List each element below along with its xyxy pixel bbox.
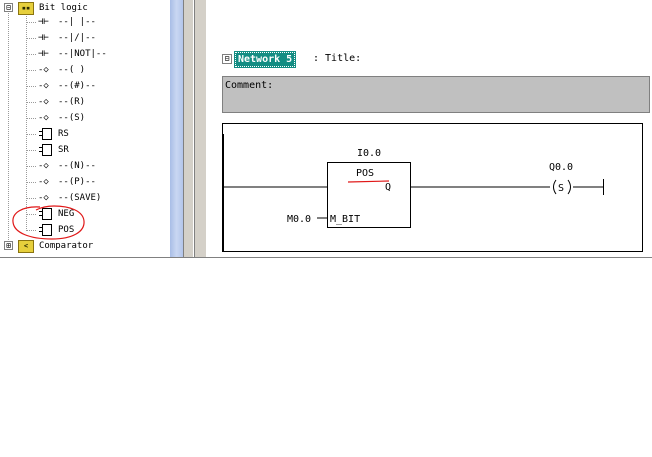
network-comment-field[interactable]: Comment: <box>222 76 650 113</box>
annotation-ellipse <box>12 205 85 240</box>
set-coil-icon: -◇ <box>38 113 49 123</box>
tree-item-label: --(SAVE) <box>58 193 102 203</box>
not-contact-icon: ⊣⊢ <box>38 49 49 59</box>
box-icon <box>39 128 52 140</box>
pos-output-pin: Q <box>385 182 391 193</box>
pane-scroll-strip[interactable] <box>170 0 183 258</box>
tree-guide <box>27 150 36 151</box>
network-title[interactable]: Network 5 <box>233 51 297 68</box>
tree-item-label: --|NOT|-- <box>58 49 107 59</box>
contact-nc-icon: ⊣⊢ <box>38 33 49 43</box>
coil-right-arc <box>567 179 571 195</box>
tree-guide <box>27 166 36 167</box>
tree-item-label: SR <box>58 145 69 155</box>
coil-left-arc <box>553 179 557 195</box>
tree-item[interactable]: -◇ --(R) <box>0 94 170 110</box>
mbit-pin-label: M_BIT <box>330 214 360 225</box>
box-icon <box>39 144 52 156</box>
tree-item-label: --(S) <box>58 113 86 123</box>
tree-item[interactable]: -◇ --( ) <box>0 62 170 78</box>
tree-item-label: --|/|-- <box>58 33 96 43</box>
tree-item[interactable]: ⊣⊢ --|NOT|-- <box>0 46 170 62</box>
expand-icon[interactable]: ⊞ <box>4 241 13 250</box>
tree-item[interactable]: ⊣⊢ --|/|-- <box>0 30 170 46</box>
coil-symbol[interactable]: S <box>558 183 564 194</box>
ladder-network[interactable]: POS I0.0 Q M_BIT M0.0 Q0.0 S <box>222 123 643 252</box>
tree-item[interactable]: ⊣⊢ --| |-- <box>0 14 170 30</box>
tree-guide <box>27 198 36 199</box>
tree-guide <box>27 134 36 135</box>
tree-guide <box>27 86 36 87</box>
network-collapse-icon[interactable]: ⊟ <box>222 54 232 64</box>
tree-item-label: --(N)-- <box>58 161 96 171</box>
tree-item[interactable]: -◇ --(#)-- <box>0 78 170 94</box>
tree-item-label: --( ) <box>58 65 86 75</box>
tree-item[interactable]: -◇ --(P)-- <box>0 174 170 190</box>
comment-label: Comment: <box>225 80 274 91</box>
tree-item-label: --| |-- <box>58 17 96 27</box>
tree-guide <box>27 70 36 71</box>
tree-item-label: --(R) <box>58 97 86 107</box>
step7-program-editor: ⊟ ▪▪ Bit logic ⊣⊢ --| |-- ⊣⊢ --|/|-- ⊣⊢ … <box>0 0 652 258</box>
bottom-border <box>0 257 652 258</box>
tree-guide <box>27 54 36 55</box>
coil-icon: -◇ <box>38 161 49 171</box>
coil-icon: -◇ <box>38 193 49 203</box>
instruction-tree[interactable]: ⊟ ▪▪ Bit logic ⊣⊢ --| |-- ⊣⊢ --|/|-- ⊣⊢ … <box>0 0 170 258</box>
collapse-icon[interactable]: ⊟ <box>4 3 13 12</box>
tree-item-label: RS <box>58 129 69 139</box>
tree-guide <box>27 102 36 103</box>
ladder-diagram: POS I0.0 Q M_BIT M0.0 Q0.0 S <box>223 134 604 251</box>
tree-item[interactable]: -◇ --(S) <box>0 110 170 126</box>
pos-operand[interactable]: I0.0 <box>357 148 381 159</box>
tree-guide <box>27 118 36 119</box>
network-title-suffix[interactable]: : Title: <box>313 52 361 65</box>
midline-coil-icon: -◇ <box>38 81 49 91</box>
tree-item[interactable]: SR <box>0 142 170 158</box>
tree-item-label: --(#)-- <box>58 81 96 91</box>
coil-icon: -◇ <box>38 177 49 187</box>
tree-item-label: --(P)-- <box>58 177 96 187</box>
tree-item[interactable]: -◇ --(N)-- <box>0 158 170 174</box>
pos-box-label: POS <box>356 168 374 179</box>
pane-splitter[interactable] <box>183 0 206 258</box>
tree-guide <box>27 22 36 23</box>
ladder-editor[interactable]: ⊟ Network 5 : Title: Comment: POS I0.0 Q… <box>206 0 652 258</box>
coil-icon: -◇ <box>38 65 49 75</box>
tree-guide <box>27 182 36 183</box>
tree-item[interactable]: -◇ --(SAVE) <box>0 190 170 206</box>
reset-coil-icon: -◇ <box>38 97 49 107</box>
tree-guide <box>27 38 36 39</box>
tree-item[interactable]: RS <box>0 126 170 142</box>
contact-no-icon: ⊣⊢ <box>38 17 49 27</box>
coil-operand[interactable]: Q0.0 <box>549 162 573 173</box>
splitter-groove <box>193 0 195 258</box>
memory-operand[interactable]: M0.0 <box>287 214 311 225</box>
comparator-folder-icon: < <box>18 240 34 253</box>
